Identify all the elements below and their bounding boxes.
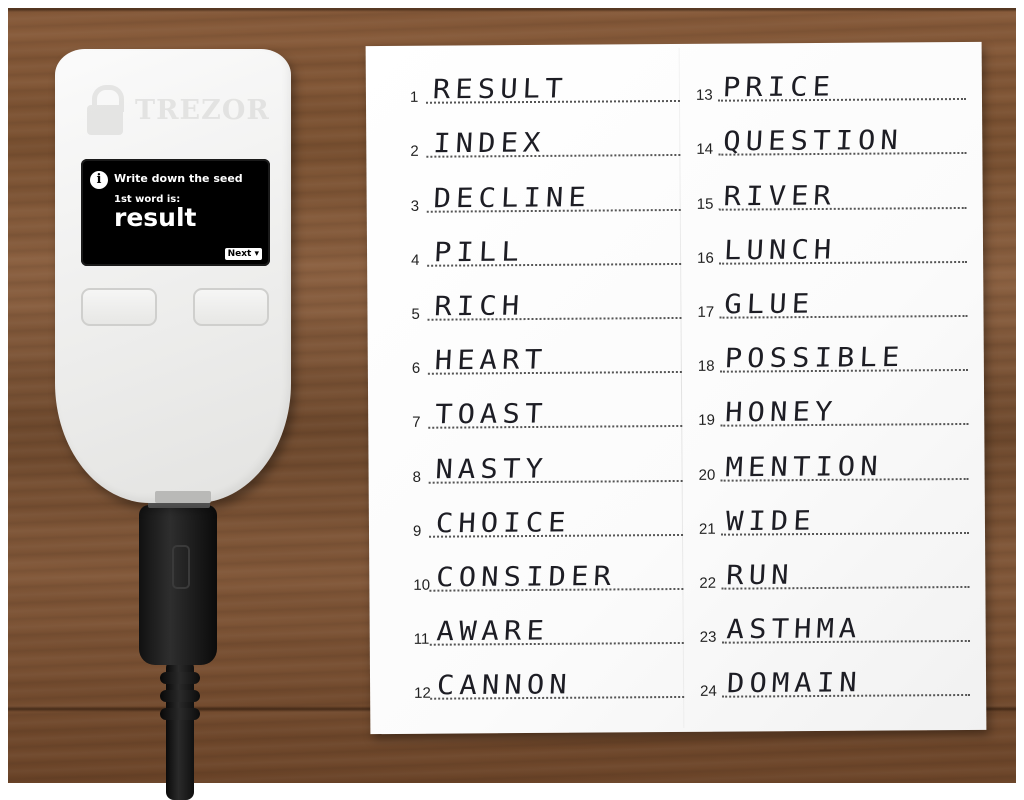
seed-row: 3 DECLINE xyxy=(410,166,681,222)
seed-word: DECLINE xyxy=(432,180,592,214)
seed-word: CONSIDER xyxy=(435,560,617,593)
seed-word: CANNON xyxy=(436,668,573,701)
device-screen: i Write down the seed 1st word is: resul… xyxy=(81,159,270,266)
seed-row: 4 PILL xyxy=(411,221,682,277)
seed-row: 19 HONEY xyxy=(698,381,969,437)
seed-number: 9 xyxy=(412,522,422,540)
seed-row: 24 DOMAIN xyxy=(700,652,971,708)
seed-number: 12 xyxy=(414,684,431,703)
seed-word: RIVER xyxy=(722,179,837,212)
seed-number: 17 xyxy=(697,303,715,321)
info-icon: i xyxy=(90,171,108,189)
seed-column-left: 1 RESULT 2 INDEX 3 DECLINE 4 PILL 5 RICH 6 HEA… xyxy=(410,58,685,710)
trezor-device: TREZOR i Write down the seed 1st word is… xyxy=(55,49,291,503)
seed-number: 5 xyxy=(411,305,420,323)
seed-number: 13 xyxy=(695,86,713,105)
seed-row: 1 RESULT xyxy=(409,58,681,114)
seed-row: 17 GLUE xyxy=(697,273,968,329)
seed-number: 3 xyxy=(410,197,420,215)
device-left-button[interactable] xyxy=(81,288,157,326)
seed-column-right: 13 PRICE 14 QUESTION 15 RIVER 16 LUNCH 17 GLU… xyxy=(696,56,971,708)
seed-row: 21 WIDE xyxy=(698,489,970,545)
seed-number: 16 xyxy=(697,249,714,267)
seed-word: PILL xyxy=(433,235,525,268)
seed-number: 8 xyxy=(412,468,422,486)
seed-row: 2 INDEX xyxy=(410,112,681,168)
seed-row: 5 RICH xyxy=(411,275,682,331)
seed-word: NASTY xyxy=(434,452,549,485)
seed-row: 16 LUNCH xyxy=(697,219,968,275)
seed-number: 7 xyxy=(412,414,421,432)
cable-ring xyxy=(160,672,200,684)
usb-plug-logo xyxy=(172,545,190,589)
seed-row: 11 AWARE xyxy=(413,600,684,656)
seed-number: 21 xyxy=(698,520,716,538)
seed-number: 14 xyxy=(696,141,714,159)
screen-title: Write down the seed xyxy=(114,172,243,185)
seed-row: 22 RUN xyxy=(699,544,970,600)
seed-word: WIDE xyxy=(725,504,817,537)
device-brand: TREZOR xyxy=(135,94,270,126)
usb-port xyxy=(155,491,211,503)
device-right-button[interactable] xyxy=(193,288,269,326)
seed-row: 12 CANNON xyxy=(414,654,685,710)
seed-word: QUESTION xyxy=(722,124,904,158)
seed-number: 11 xyxy=(413,630,430,648)
screen-next-label: Next ▾ xyxy=(224,248,262,260)
cable-ring xyxy=(160,708,200,720)
seed-number: 19 xyxy=(698,412,715,430)
recovery-seed-card: 1 RESULT 2 INDEX 3 DECLINE 4 PILL 5 RICH 6 HEA… xyxy=(365,41,987,735)
seed-number: 4 xyxy=(411,251,420,269)
seed-word: CHOICE xyxy=(435,506,572,539)
cable-ring xyxy=(160,690,200,702)
plank-seam xyxy=(8,8,1016,12)
seed-row: 15 RIVER xyxy=(696,164,967,220)
seed-word: POSSIBLE xyxy=(723,341,906,374)
seed-word: INDEX xyxy=(432,126,547,160)
seed-word: LUNCH xyxy=(723,233,838,266)
seed-word: RUN xyxy=(725,558,795,591)
seed-number: 18 xyxy=(697,357,715,375)
seed-word: PRICE xyxy=(722,70,836,103)
seed-number: 2 xyxy=(410,143,419,161)
seed-row: 18 POSSIBLE xyxy=(698,327,968,383)
seed-row: 13 PRICE xyxy=(696,56,966,112)
seed-number: 23 xyxy=(699,628,717,646)
seed-row: 10 CONSIDER xyxy=(413,546,684,602)
seed-row: 20 MENTION xyxy=(698,435,969,491)
seed-number: 24 xyxy=(700,682,717,701)
seed-word: AWARE xyxy=(435,614,550,647)
seed-word: HONEY xyxy=(724,395,839,428)
seed-number: 15 xyxy=(696,195,714,213)
seed-word: HEART xyxy=(433,343,548,376)
seed-row: 14 QUESTION xyxy=(696,110,967,166)
seed-number: 6 xyxy=(411,359,421,377)
lock-icon xyxy=(85,85,125,135)
seed-row: 6 HEART xyxy=(412,329,682,385)
seed-word: GLUE xyxy=(723,287,815,320)
screen-seed-word: result xyxy=(114,203,197,232)
seed-word: ASTHMA xyxy=(725,612,863,645)
seed-row: 7 TOAST xyxy=(412,383,683,439)
seed-word: RICH xyxy=(433,289,525,322)
seed-word: DOMAIN xyxy=(726,666,863,699)
seed-word: RESULT xyxy=(432,72,569,105)
seed-number: 10 xyxy=(413,576,431,594)
seed-row: 9 CHOICE xyxy=(412,491,684,547)
device-logo: TREZOR xyxy=(85,85,270,135)
seed-word: TOAST xyxy=(434,397,549,431)
seed-number: 20 xyxy=(698,466,716,484)
seed-word: MENTION xyxy=(724,449,884,483)
seed-row: 8 NASTY xyxy=(412,437,683,493)
seed-number: 22 xyxy=(699,574,717,592)
seed-number: 1 xyxy=(409,88,419,107)
seed-row: 23 ASTHMA xyxy=(699,598,970,654)
